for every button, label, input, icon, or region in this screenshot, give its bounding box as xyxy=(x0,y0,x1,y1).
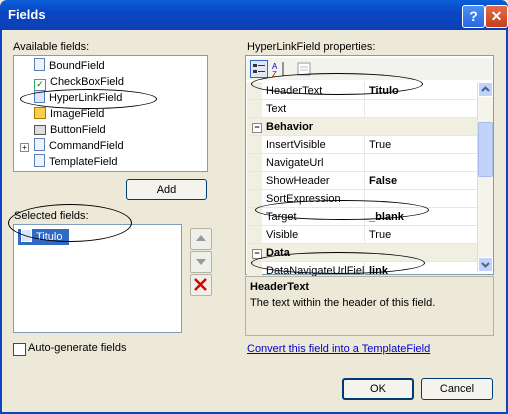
close-button[interactable]: ✕ xyxy=(485,5,508,28)
row-gutter: − xyxy=(247,117,262,136)
tree-item-boundfield[interactable]: BoundField xyxy=(34,58,105,74)
property-value[interactable] xyxy=(364,153,477,172)
property-row-navigateurl[interactable]: NavigateUrl xyxy=(247,153,477,172)
cancel-button[interactable]: Cancel xyxy=(421,378,493,400)
tree-item-label: TemplateField xyxy=(49,156,118,168)
row-gutter xyxy=(247,99,262,118)
templatefield-icon xyxy=(34,154,45,167)
add-button[interactable]: Add xyxy=(126,179,207,200)
move-up-button[interactable] xyxy=(190,228,212,250)
delete-icon xyxy=(194,278,207,291)
category-behavior[interactable]: − Behavior xyxy=(247,117,477,136)
row-gutter xyxy=(247,189,262,208)
imagefield-icon xyxy=(34,107,46,119)
property-row-text[interactable]: Text xyxy=(247,99,477,118)
annotation-ellipse xyxy=(20,89,157,109)
selected-fields-list[interactable]: Titulo xyxy=(13,224,182,333)
close-icon: ✕ xyxy=(490,8,503,24)
description-text: The text within the header of this field… xyxy=(250,297,436,309)
property-value[interactable]: True xyxy=(364,135,477,154)
arrow-down-icon xyxy=(196,259,206,265)
property-value[interactable]: False xyxy=(364,171,477,190)
property-name: Text xyxy=(262,99,365,118)
expand-icon[interactable]: + xyxy=(20,143,29,152)
tree-item-checkboxfield[interactable]: ✓ CheckBoxField xyxy=(34,74,124,91)
tree-item-templatefield[interactable]: TemplateField xyxy=(34,154,117,170)
available-fields-label: Available fields: xyxy=(13,41,90,53)
buttonfield-icon xyxy=(34,125,46,135)
annotation-ellipse xyxy=(251,252,425,274)
row-gutter xyxy=(247,171,262,190)
property-value[interactable]: True xyxy=(364,225,477,244)
scroll-up-button[interactable] xyxy=(478,82,493,97)
auto-generate-label: Auto-generate fields xyxy=(28,342,127,354)
row-gutter xyxy=(247,153,262,172)
ok-button[interactable]: OK xyxy=(342,378,414,400)
property-name: ShowHeader xyxy=(262,171,365,190)
tree-item-buttonfield[interactable]: ButtonField xyxy=(34,122,106,138)
boundfield-icon xyxy=(34,58,45,71)
annotation-ellipse xyxy=(255,200,429,220)
tree-item-label: CheckBoxField xyxy=(50,76,124,88)
property-row-insertvisible[interactable]: InsertVisible True xyxy=(247,135,477,154)
tree-item-commandfield[interactable]: CommandField xyxy=(34,138,124,154)
tree-item-label: BoundField xyxy=(49,60,105,72)
help-button[interactable]: ? xyxy=(462,5,485,28)
title-bar: Fields ? ✕ xyxy=(0,0,508,30)
delete-button[interactable] xyxy=(190,274,212,296)
property-row-visible[interactable]: Visible True xyxy=(247,225,477,244)
tree-item-label: ImageField xyxy=(50,108,105,120)
categorized-icon[interactable] xyxy=(250,60,268,78)
available-fields-tree[interactable]: BoundField ✓ CheckBoxField HyperLinkField… xyxy=(13,55,208,172)
property-name: NavigateUrl xyxy=(262,153,365,172)
auto-generate-checkbox[interactable] xyxy=(13,343,26,356)
tree-item-label: CommandField xyxy=(49,140,124,152)
property-value[interactable] xyxy=(364,99,477,118)
property-name: Visible xyxy=(262,225,365,244)
convert-template-link[interactable]: Convert this field into a TemplateField xyxy=(247,343,430,355)
move-down-button[interactable] xyxy=(190,251,212,273)
arrow-up-icon xyxy=(196,235,206,241)
commandfield-icon xyxy=(34,138,45,151)
properties-label: HyperLinkField properties: xyxy=(247,41,376,53)
scroll-down-button[interactable] xyxy=(478,257,493,272)
row-gutter xyxy=(247,225,262,244)
scroll-thumb[interactable] xyxy=(478,122,493,177)
property-row-showheader[interactable]: ShowHeader False xyxy=(247,171,477,190)
description-panel: HeaderText The text within the header of… xyxy=(245,276,494,336)
annotation-ellipse xyxy=(8,204,132,242)
row-gutter xyxy=(247,135,262,154)
annotation-ellipse xyxy=(251,73,423,95)
scroll-down-icon xyxy=(481,262,490,268)
collapse-icon[interactable]: − xyxy=(252,122,262,133)
help-icon: ? xyxy=(469,8,478,24)
property-scrollbar[interactable] xyxy=(477,82,493,272)
property-table: HeaderText Titulo Text − Behavior Insert… xyxy=(247,82,477,280)
description-title: HeaderText xyxy=(250,281,310,293)
window-title: Fields xyxy=(8,7,46,22)
property-name: InsertVisible xyxy=(262,135,365,154)
tree-item-label: ButtonField xyxy=(50,124,106,136)
scroll-up-icon xyxy=(481,86,490,92)
category-label: Behavior xyxy=(262,117,477,136)
